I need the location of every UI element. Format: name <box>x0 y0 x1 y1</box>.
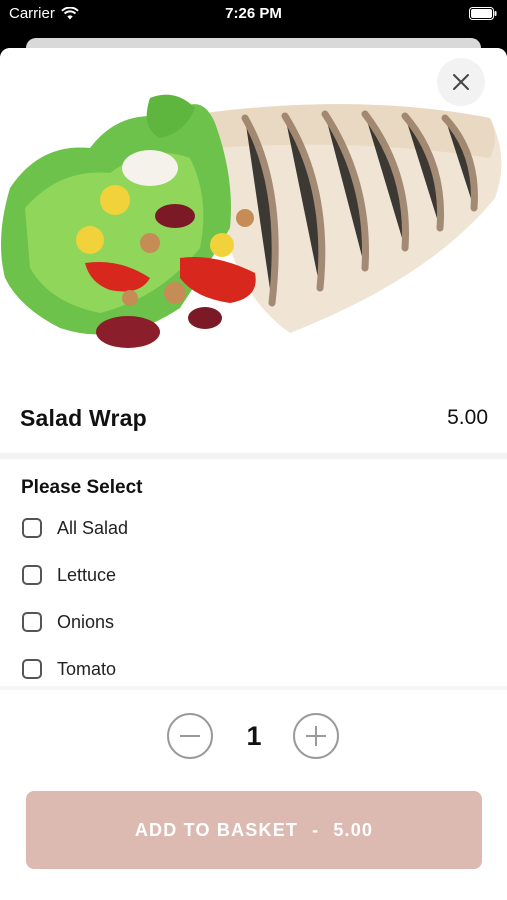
status-time: 7:26 PM <box>225 5 282 22</box>
divider <box>0 686 507 690</box>
option-tomato-row[interactable]: Tomato <box>22 654 116 684</box>
quantity-stepper: 1 <box>0 713 507 761</box>
quantity-value: 1 <box>246 721 262 751</box>
decrease-button[interactable] <box>167 713 213 759</box>
checkbox[interactable] <box>22 612 42 632</box>
option-label: Onions <box>57 611 115 632</box>
product-title-row: Salad Wrap 5.00 <box>0 383 507 453</box>
checkbox[interactable] <box>22 659 42 679</box>
minus-icon <box>180 735 200 737</box>
increase-button[interactable] <box>293 713 339 759</box>
add-button-price: 5.00 <box>333 819 374 840</box>
plus-icon <box>306 726 326 746</box>
product-sheet: Salad Wrap 5.00 Please Select All Salad <box>0 48 507 900</box>
close-button[interactable] <box>437 58 485 106</box>
option-lettuce-row[interactable]: Lettuce <box>22 560 116 590</box>
product-name: Salad Wrap <box>20 404 147 431</box>
add-to-basket-button[interactable]: ADD TO BASKET - 5.00 <box>26 791 482 869</box>
option-all-salad-row[interactable]: All Salad <box>22 513 128 543</box>
salad-wrap-illustration <box>1 94 502 348</box>
option-label: All Salad <box>57 517 129 538</box>
add-button-separator: - <box>312 819 320 840</box>
option-label: Lettuce <box>57 564 117 585</box>
option-label: Tomato <box>57 658 117 679</box>
add-button-label: ADD TO BASKET <box>134 819 299 840</box>
checkbox[interactable] <box>22 518 42 538</box>
divider <box>0 453 507 459</box>
product-price: 5.00 <box>447 406 488 429</box>
battery-icon <box>469 7 497 20</box>
close-icon <box>453 74 469 90</box>
status-bar: Carrier 7:26 PM <box>0 0 507 28</box>
product-image <box>0 48 507 378</box>
options-heading: Please Select <box>21 477 143 498</box>
checkbox[interactable] <box>22 565 42 585</box>
option-onions-row[interactable]: Onions <box>22 607 114 637</box>
